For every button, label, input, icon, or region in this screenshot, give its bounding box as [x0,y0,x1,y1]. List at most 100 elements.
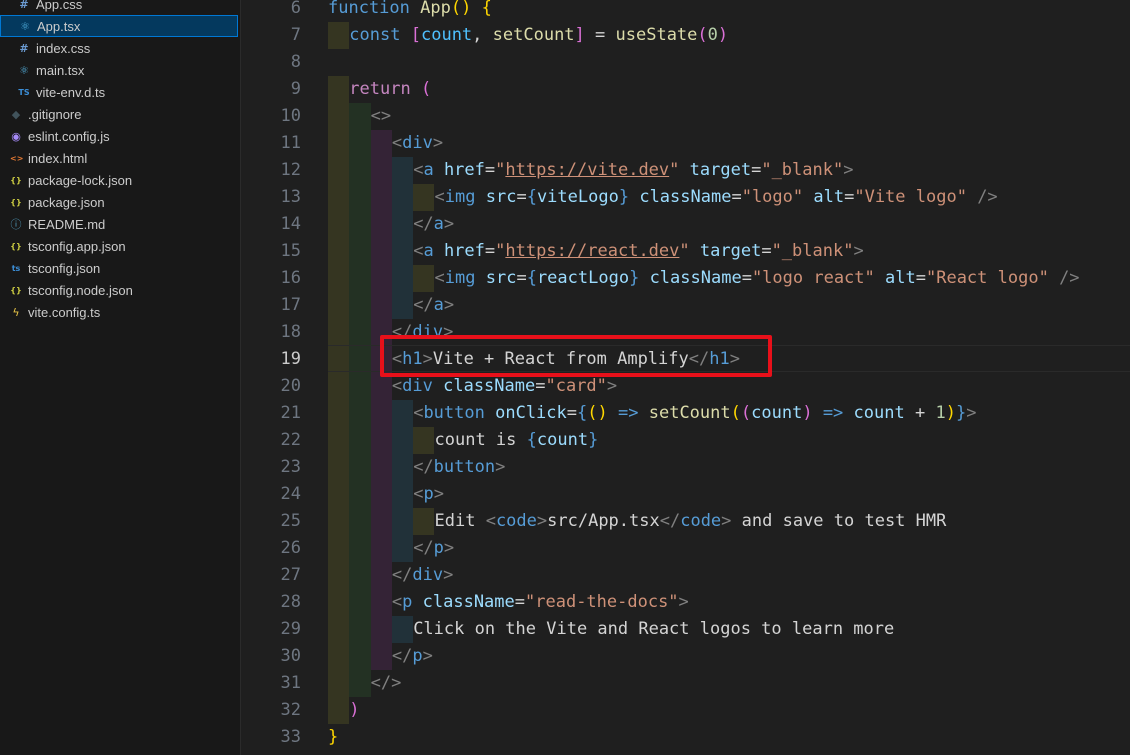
code-token: "React logo" [925,268,1049,288]
code-line[interactable]: <button onClick={() => setCount((count) … [413,400,976,427]
code-token: " [495,241,506,261]
file-item[interactable]: ⓘ README.md [0,213,238,235]
code-line[interactable]: <p> [413,481,444,508]
code-token: src [485,268,517,288]
indent-guide [328,319,350,346]
code-token: } [955,403,967,423]
code-line[interactable]: </a> [413,292,454,319]
file-item[interactable]: ⚛ main.tsx [0,59,238,81]
code-token: setCount [648,403,731,423]
code-token: ( [740,403,752,423]
line-number: 19 [280,349,301,369]
code-line[interactable]: <div> [392,130,443,157]
code-line[interactable]: return ( [349,76,431,103]
code-line[interactable]: function App() { [328,0,492,22]
file-item[interactable]: TS vite-env.d.ts [0,81,238,103]
code-token: p [412,646,423,666]
code-line[interactable]: Click on the Vite and React logos to lea… [413,616,894,643]
code-token: = [844,187,855,207]
line-number: 8 [290,52,301,72]
code-token: a [423,241,434,261]
code-token: > [443,214,455,234]
code-line[interactable]: <img src={viteLogo} className="logo" alt… [435,184,998,211]
code-token: </ [413,295,434,315]
code-token: </ [413,538,434,558]
code-line[interactable]: <a href="https://vite.dev" target="_blan… [413,157,853,184]
line-number: 17 [280,295,301,315]
code-line[interactable]: </button> [413,454,505,481]
code-token: </> [370,673,402,693]
code-token: "Vite logo" [854,187,967,207]
code-line[interactable]: </p> [413,535,454,562]
code-token: = [741,268,752,288]
indent-guide [349,400,371,427]
code-line[interactable]: </div> [392,562,453,589]
code-token: ( [730,403,741,423]
code-token: < [391,376,403,396]
file-item[interactable]: ◆ .gitignore [0,103,238,125]
line-number: 20 [280,376,301,396]
code-token: href [443,160,485,180]
code-line[interactable]: </p> [392,643,433,670]
line-number: 27 [280,565,301,585]
code-line[interactable]: ) [349,697,359,724]
code-token: > [966,403,977,423]
code-line[interactable]: <div className="card"> [392,373,617,400]
code-line[interactable]: <> [371,103,391,130]
code-token: </ [391,646,413,666]
code-token: = [566,403,578,423]
code-token: } [629,268,640,288]
code-token: src/App.tsx [547,511,660,531]
file-item[interactable]: # index.css [0,37,238,59]
file-name: vite.config.ts [28,304,101,320]
code-token: { [526,187,537,207]
indent-guide [413,427,435,454]
file-item[interactable]: {} package-lock.json [0,169,238,191]
code-line[interactable]: const [count, setCount] = useState(0) [349,22,728,49]
code-line[interactable]: <p className="read-the-docs"> [392,589,689,616]
file-name: eslint.config.js [28,128,110,144]
file-item[interactable]: # App.css [0,0,238,15]
file-item[interactable]: {} tsconfig.app.json [0,235,238,257]
code-token: > [843,160,854,180]
indent-guide [328,454,350,481]
line-number: 9 [290,79,301,99]
code-line[interactable]: count is {count} [435,427,599,454]
line-number: 14 [280,214,301,234]
code-token: viteLogo [536,187,619,207]
code-token: { [526,268,537,288]
json-icon: {} [10,197,22,207]
file-item[interactable]: ϟ vite.config.ts [0,301,238,323]
code-token: < [413,160,424,180]
code-token: > [606,376,618,396]
line-number: 6 [290,0,301,18]
file-item[interactable]: {} tsconfig.node.json [0,279,238,301]
file-name: index.css [36,40,91,56]
code-line[interactable]: </> [371,670,402,697]
code-line[interactable]: Edit <code>src/App.tsx</code> and save t… [435,508,947,535]
code-editor[interactable]: 6 7 8 9 10 11 12 13 14 15 16 17 18 19 20 21 22 23 24 25 26 27… [241,0,1130,755]
code-line[interactable]: </a> [413,211,454,238]
indent-guide [349,373,371,400]
file-item[interactable]: {} package.json [0,191,238,213]
code-line[interactable]: <a href="https://react.dev" target="_bla… [413,238,864,265]
file-item[interactable]: ⚛ App.tsx [0,15,238,37]
indent-guide [328,481,350,508]
file-item[interactable]: <> index.html [0,147,238,169]
file-item[interactable]: ◉ eslint.config.js [0,125,238,147]
file-item[interactable]: ts tsconfig.json [0,257,238,279]
indent-guide [328,184,350,211]
indent-guide [349,427,371,454]
indent-guide [370,427,392,454]
indent-guide [349,319,371,346]
indent-guide [349,292,371,319]
code-line[interactable]: } [328,724,338,751]
indent-guide [391,292,414,319]
code-line[interactable]: <img src={reactLogo} className="logo rea… [435,265,1080,292]
code-token: > [678,592,689,612]
code-token: and save to test HMR [731,511,947,531]
indent-guide [391,400,414,427]
